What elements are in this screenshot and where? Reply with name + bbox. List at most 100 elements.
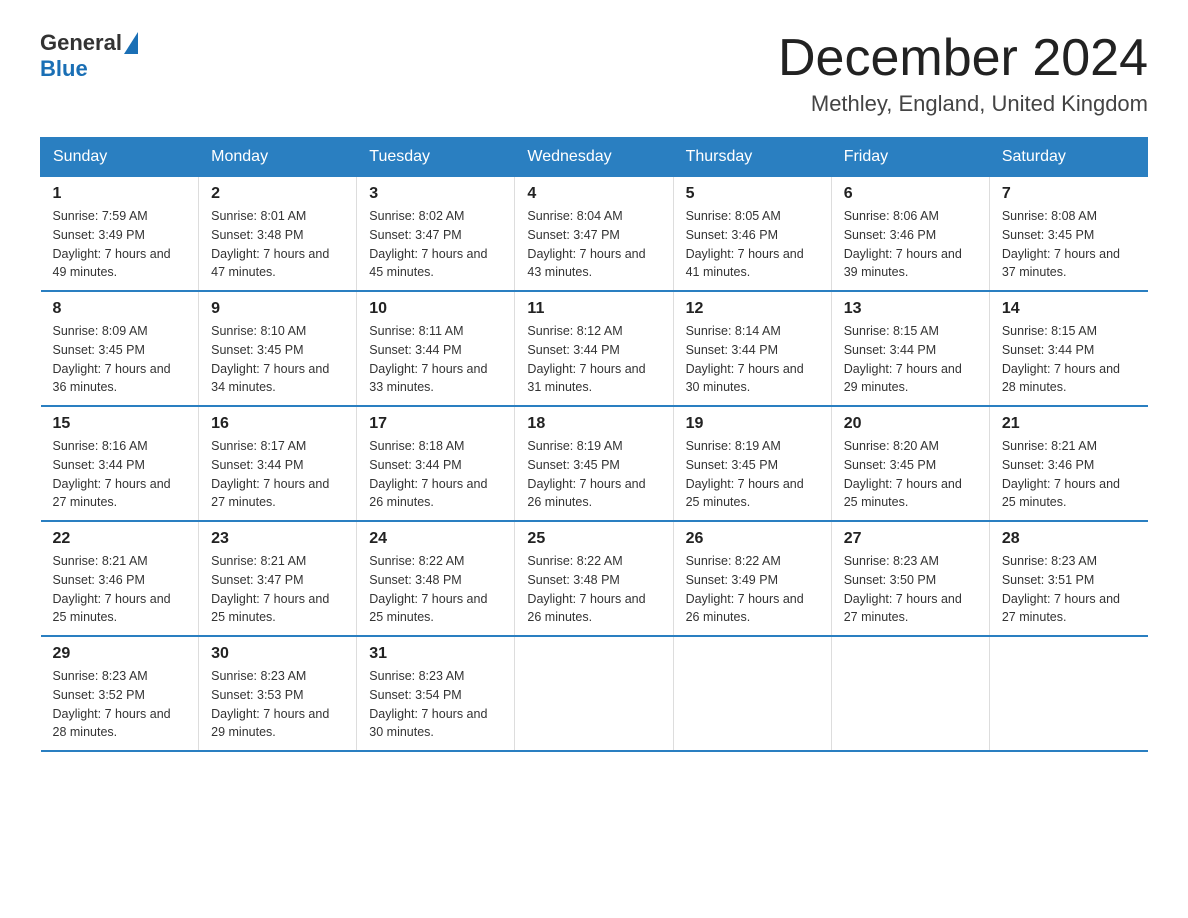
day-number: 19 — [686, 415, 819, 433]
day-number: 7 — [1002, 185, 1136, 203]
day-info: Sunrise: 8:21 AMSunset: 3:46 PMDaylight:… — [53, 552, 187, 627]
calendar-cell: 24 Sunrise: 8:22 AMSunset: 3:48 PMDayligh… — [357, 521, 515, 636]
day-info: Sunrise: 8:05 AMSunset: 3:46 PMDaylight:… — [686, 207, 819, 282]
day-number: 2 — [211, 185, 344, 203]
day-number: 23 — [211, 530, 344, 548]
calendar-week-row: 15 Sunrise: 8:16 AMSunset: 3:44 PMDayligh… — [41, 406, 1148, 521]
day-info: Sunrise: 8:22 AMSunset: 3:48 PMDaylight:… — [369, 552, 502, 627]
weekday-header-friday: Friday — [831, 138, 989, 177]
calendar-cell: 10 Sunrise: 8:11 AMSunset: 3:44 PMDayligh… — [357, 291, 515, 406]
day-info: Sunrise: 8:20 AMSunset: 3:45 PMDaylight:… — [844, 437, 977, 512]
calendar-cell: 20 Sunrise: 8:20 AMSunset: 3:45 PMDayligh… — [831, 406, 989, 521]
day-number: 4 — [527, 185, 660, 203]
calendar-cell: 3 Sunrise: 8:02 AMSunset: 3:47 PMDaylight… — [357, 177, 515, 292]
day-info: Sunrise: 8:16 AMSunset: 3:44 PMDaylight:… — [53, 437, 187, 512]
day-number: 13 — [844, 300, 977, 318]
day-number: 16 — [211, 415, 344, 433]
calendar-cell: 29 Sunrise: 8:23 AMSunset: 3:52 PMDayligh… — [41, 636, 199, 751]
day-info: Sunrise: 8:19 AMSunset: 3:45 PMDaylight:… — [686, 437, 819, 512]
day-number: 31 — [369, 645, 502, 663]
day-info: Sunrise: 8:12 AMSunset: 3:44 PMDaylight:… — [527, 322, 660, 397]
calendar-cell: 2 Sunrise: 8:01 AMSunset: 3:48 PMDaylight… — [199, 177, 357, 292]
day-number: 17 — [369, 415, 502, 433]
calendar-week-row: 1Sunrise: 7:59 AMSunset: 3:49 PMDaylight… — [41, 177, 1148, 292]
logo-triangle-icon — [124, 32, 138, 54]
calendar-cell: 28Sunrise: 8:23 AMSunset: 3:51 PMDayligh… — [989, 521, 1147, 636]
day-number: 11 — [527, 300, 660, 318]
day-number: 5 — [686, 185, 819, 203]
day-info: Sunrise: 8:01 AMSunset: 3:48 PMDaylight:… — [211, 207, 344, 282]
calendar-cell: 26 Sunrise: 8:22 AMSunset: 3:49 PMDayligh… — [673, 521, 831, 636]
location-title: Methley, England, United Kingdom — [778, 91, 1148, 117]
day-number: 12 — [686, 300, 819, 318]
day-info: Sunrise: 8:11 AMSunset: 3:44 PMDaylight:… — [369, 322, 502, 397]
day-info: Sunrise: 8:09 AMSunset: 3:45 PMDaylight:… — [53, 322, 187, 397]
day-number: 25 — [527, 530, 660, 548]
day-number: 30 — [211, 645, 344, 663]
calendar-week-row: 29 Sunrise: 8:23 AMSunset: 3:52 PMDayligh… — [41, 636, 1148, 751]
weekday-header-thursday: Thursday — [673, 138, 831, 177]
logo-blue-text: Blue — [40, 56, 88, 82]
weekday-header-sunday: Sunday — [41, 138, 199, 177]
day-info: Sunrise: 8:23 AMSunset: 3:52 PMDaylight:… — [53, 667, 187, 742]
day-number: 15 — [53, 415, 187, 433]
day-info: Sunrise: 8:02 AMSunset: 3:47 PMDaylight:… — [369, 207, 502, 282]
calendar-table: SundayMondayTuesdayWednesdayThursdayFrid… — [40, 137, 1148, 752]
day-number: 26 — [686, 530, 819, 548]
day-number: 8 — [53, 300, 187, 318]
calendar-cell: 22 Sunrise: 8:21 AMSunset: 3:46 PMDayligh… — [41, 521, 199, 636]
calendar-cell: 18Sunrise: 8:19 AMSunset: 3:45 PMDayligh… — [515, 406, 673, 521]
calendar-cell — [673, 636, 831, 751]
calendar-cell: 30 Sunrise: 8:23 AMSunset: 3:53 PMDayligh… — [199, 636, 357, 751]
day-number: 6 — [844, 185, 977, 203]
calendar-cell: 16 Sunrise: 8:17 AMSunset: 3:44 PMDayligh… — [199, 406, 357, 521]
day-number: 24 — [369, 530, 502, 548]
calendar-cell: 27Sunrise: 8:23 AMSunset: 3:50 PMDayligh… — [831, 521, 989, 636]
calendar-cell: 1Sunrise: 7:59 AMSunset: 3:49 PMDaylight… — [41, 177, 199, 292]
day-info: Sunrise: 8:23 AMSunset: 3:50 PMDaylight:… — [844, 552, 977, 627]
calendar-cell — [515, 636, 673, 751]
calendar-cell: 6Sunrise: 8:06 AMSunset: 3:46 PMDaylight… — [831, 177, 989, 292]
calendar-cell: 9 Sunrise: 8:10 AMSunset: 3:45 PMDaylight… — [199, 291, 357, 406]
day-number: 21 — [1002, 415, 1136, 433]
day-number: 3 — [369, 185, 502, 203]
calendar-cell: 21Sunrise: 8:21 AMSunset: 3:46 PMDayligh… — [989, 406, 1147, 521]
day-number: 18 — [527, 415, 660, 433]
day-info: Sunrise: 8:18 AMSunset: 3:44 PMDaylight:… — [369, 437, 502, 512]
day-info: Sunrise: 8:17 AMSunset: 3:44 PMDaylight:… — [211, 437, 344, 512]
weekday-header-wednesday: Wednesday — [515, 138, 673, 177]
day-info: Sunrise: 8:21 AMSunset: 3:47 PMDaylight:… — [211, 552, 344, 627]
title-area: December 2024 Methley, England, United K… — [778, 30, 1148, 117]
weekday-header-tuesday: Tuesday — [357, 138, 515, 177]
day-number: 22 — [53, 530, 187, 548]
calendar-cell: 31Sunrise: 8:23 AMSunset: 3:54 PMDayligh… — [357, 636, 515, 751]
calendar-cell: 23 Sunrise: 8:21 AMSunset: 3:47 PMDayligh… — [199, 521, 357, 636]
day-number: 10 — [369, 300, 502, 318]
weekday-header-row: SundayMondayTuesdayWednesdayThursdayFrid… — [41, 138, 1148, 177]
day-info: Sunrise: 8:23 AMSunset: 3:51 PMDaylight:… — [1002, 552, 1136, 627]
calendar-cell: 7 Sunrise: 8:08 AMSunset: 3:45 PMDaylight… — [989, 177, 1147, 292]
month-title: December 2024 — [778, 30, 1148, 87]
day-info: Sunrise: 8:10 AMSunset: 3:45 PMDaylight:… — [211, 322, 344, 397]
calendar-cell — [831, 636, 989, 751]
calendar-cell: 25 Sunrise: 8:22 AMSunset: 3:48 PMDayligh… — [515, 521, 673, 636]
day-number: 14 — [1002, 300, 1136, 318]
page-header: General Blue December 2024 Methley, Engl… — [40, 30, 1148, 117]
day-number: 9 — [211, 300, 344, 318]
day-number: 29 — [53, 645, 187, 663]
weekday-header-monday: Monday — [199, 138, 357, 177]
day-number: 20 — [844, 415, 977, 433]
calendar-cell: 8 Sunrise: 8:09 AMSunset: 3:45 PMDaylight… — [41, 291, 199, 406]
calendar-cell: 4Sunrise: 8:04 AMSunset: 3:47 PMDaylight… — [515, 177, 673, 292]
calendar-cell: 12Sunrise: 8:14 AMSunset: 3:44 PMDayligh… — [673, 291, 831, 406]
day-info: Sunrise: 8:23 AMSunset: 3:53 PMDaylight:… — [211, 667, 344, 742]
day-info: Sunrise: 8:08 AMSunset: 3:45 PMDaylight:… — [1002, 207, 1136, 282]
calendar-cell: 11 Sunrise: 8:12 AMSunset: 3:44 PMDayligh… — [515, 291, 673, 406]
logo-general-text: General — [40, 30, 122, 56]
calendar-cell — [989, 636, 1147, 751]
calendar-cell: 5 Sunrise: 8:05 AMSunset: 3:46 PMDaylight… — [673, 177, 831, 292]
day-info: Sunrise: 8:22 AMSunset: 3:48 PMDaylight:… — [527, 552, 660, 627]
calendar-week-row: 22 Sunrise: 8:21 AMSunset: 3:46 PMDayligh… — [41, 521, 1148, 636]
day-info: Sunrise: 7:59 AMSunset: 3:49 PMDaylight:… — [53, 207, 187, 282]
day-info: Sunrise: 8:22 AMSunset: 3:49 PMDaylight:… — [686, 552, 819, 627]
